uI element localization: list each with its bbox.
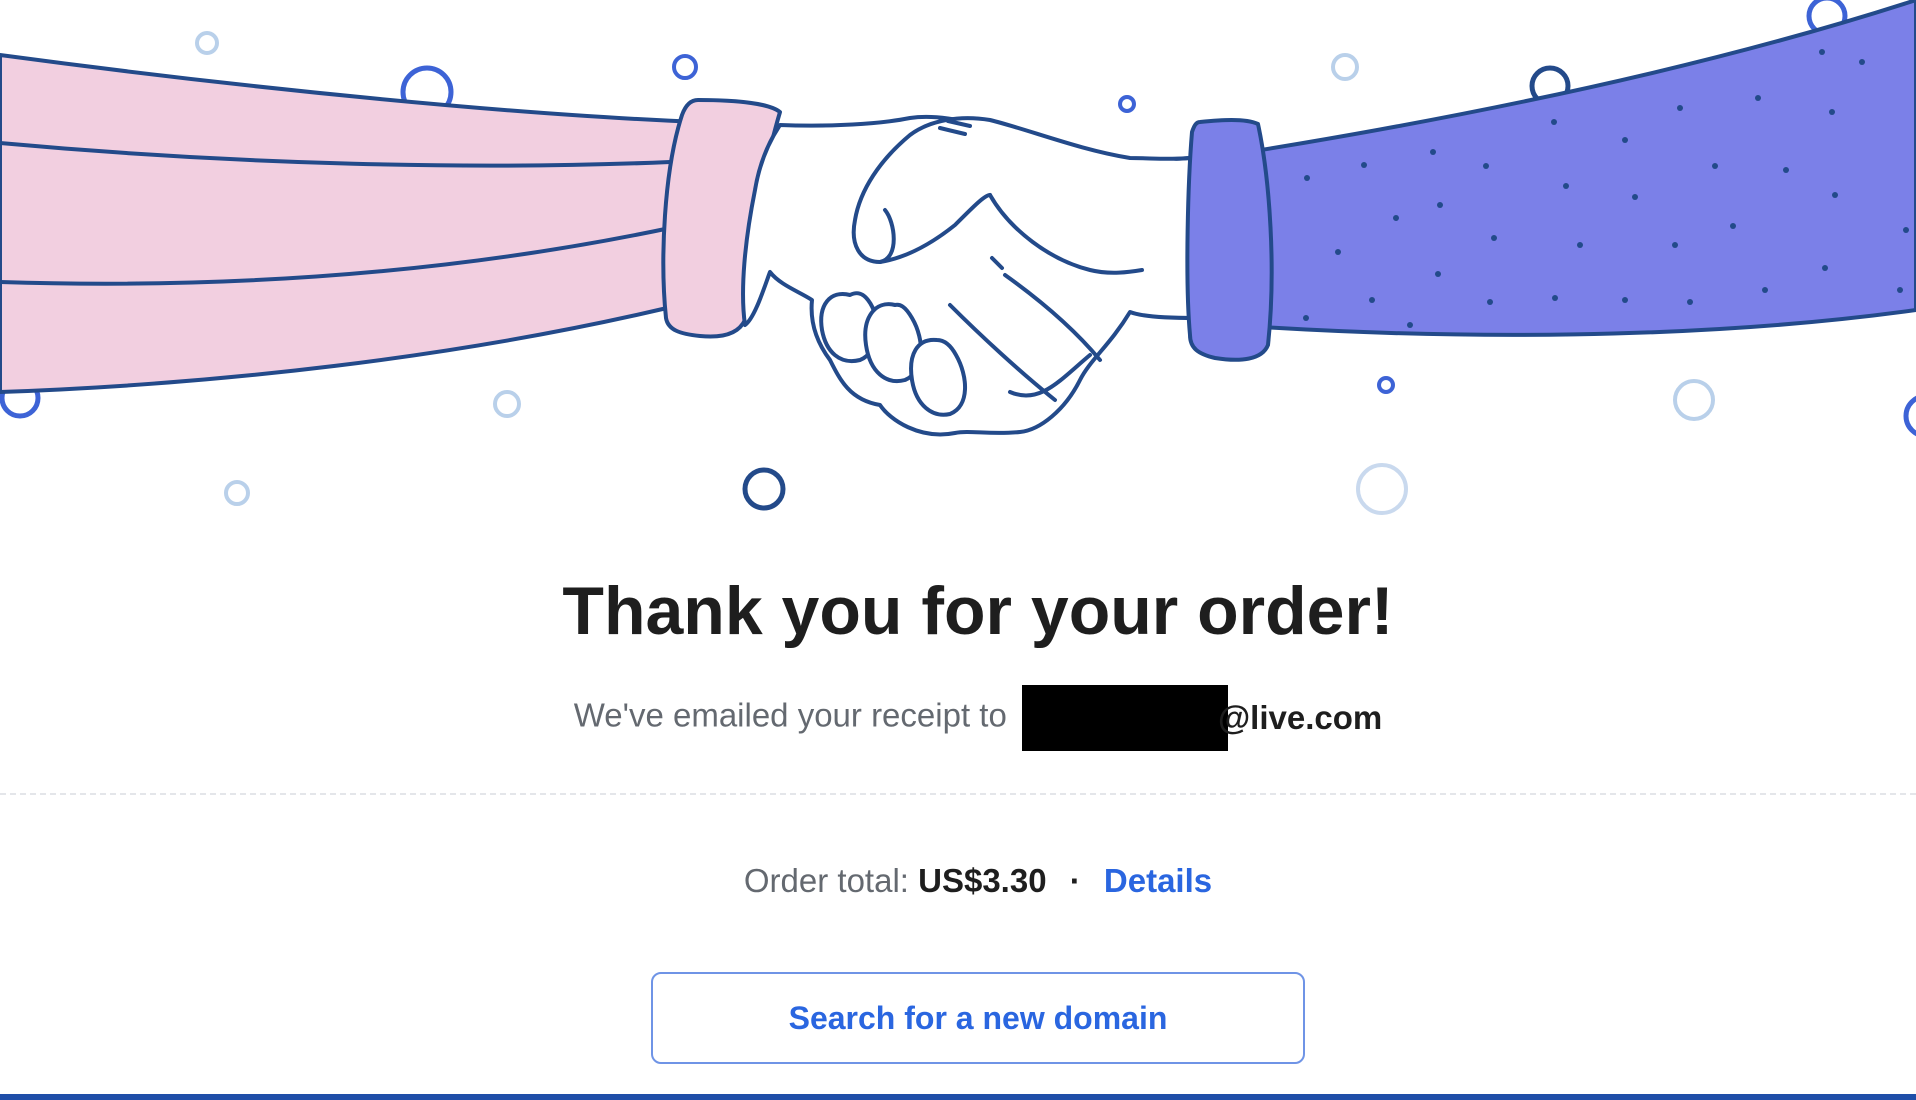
bubble-icon bbox=[742, 467, 786, 511]
order-total-label: Order total: bbox=[743, 862, 909, 899]
bubble-icon bbox=[493, 390, 521, 418]
email-domain: @live.com bbox=[1217, 699, 1383, 736]
handshake-illustration bbox=[0, 0, 1916, 515]
bubble-icon bbox=[1377, 376, 1395, 394]
bubble-icon bbox=[224, 480, 250, 506]
order-confirmation-page: Thank you for your order! We've emailed … bbox=[0, 0, 1916, 1100]
details-link[interactable]: Details bbox=[1104, 862, 1212, 899]
left-sleeve bbox=[0, 53, 782, 394]
bubble-icon bbox=[1673, 379, 1715, 421]
receipt-email: @live.com bbox=[1021, 685, 1383, 751]
section-divider bbox=[0, 793, 1916, 795]
bubble-icon bbox=[1903, 395, 1916, 437]
order-separator: · bbox=[1069, 862, 1081, 899]
receipt-prefix: We've emailed your receipt to bbox=[573, 696, 1007, 734]
email-redaction-block bbox=[1021, 685, 1228, 751]
bubble-icon bbox=[1356, 463, 1408, 515]
bubble-icon bbox=[672, 54, 698, 80]
right-sleeve bbox=[1185, 0, 1916, 362]
bottom-accent-bar bbox=[0, 1094, 1916, 1100]
bubble-icon bbox=[1331, 53, 1359, 81]
order-total-line: Order total: US$3.30 · Details bbox=[0, 862, 1916, 900]
bubble-icon bbox=[1118, 95, 1136, 113]
order-total-amount: US$3.30 bbox=[918, 862, 1047, 899]
page-title: Thank you for your order! bbox=[562, 573, 1394, 649]
search-new-domain-button[interactable]: Search for a new domain bbox=[651, 972, 1305, 1064]
bubble-icon bbox=[195, 31, 219, 55]
handshake-hands bbox=[741, 114, 1197, 437]
receipt-message: We've emailed your receipt to @live.com bbox=[0, 685, 1916, 751]
